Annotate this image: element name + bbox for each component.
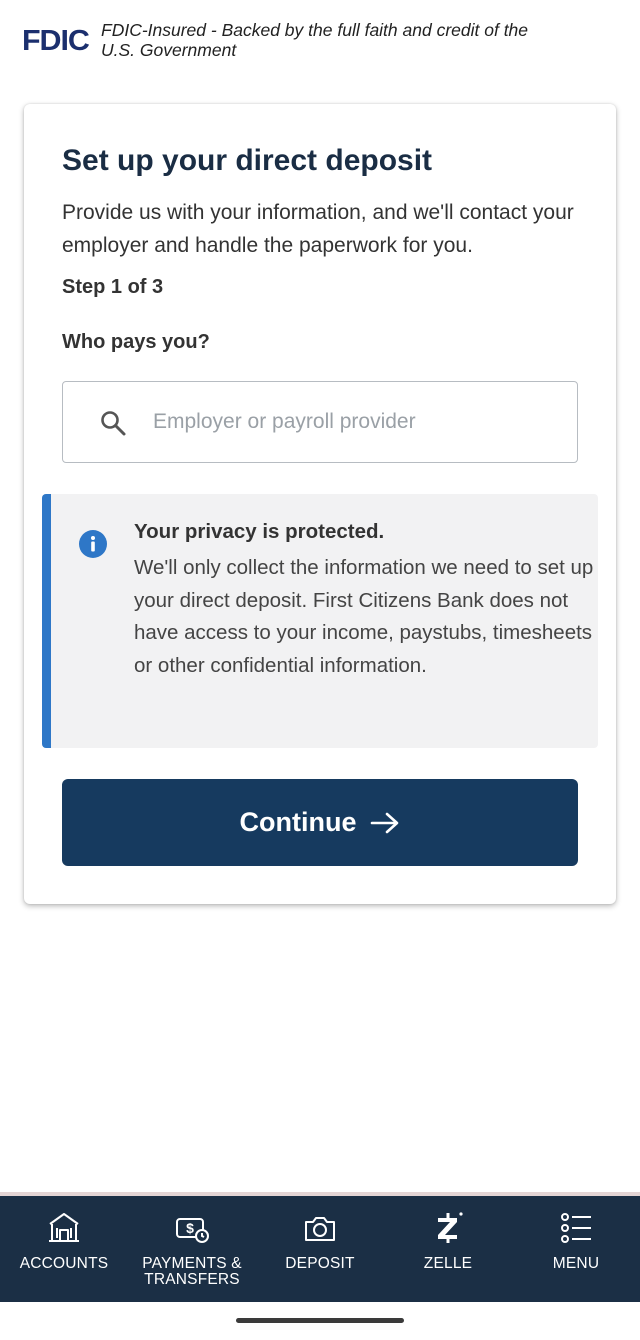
direct-deposit-card: Set up your direct deposit Provide us wi… (24, 104, 616, 904)
continue-button[interactable]: Continue (62, 779, 578, 866)
nav-item-payments-transfers[interactable]: $ PAYMENTS & TRANSFERS (128, 1196, 256, 1302)
home-indicator[interactable] (236, 1318, 404, 1323)
zelle-icon (438, 1212, 463, 1243)
nav-label-payments-transfers: PAYMENTS & TRANSFERS (142, 1255, 242, 1288)
employer-question-label: Who pays you? (62, 331, 210, 353)
page-title: Set up your direct deposit (62, 144, 433, 177)
fdic-logo: FDIC (22, 25, 90, 57)
nav-item-menu[interactable]: MENU (512, 1196, 640, 1302)
fdic-disclaimer: FDIC-Insured - Backed by the full faith … (101, 20, 529, 60)
privacy-notice: Your privacy is protected. We'll only co… (42, 494, 598, 748)
privacy-body: We'll only collect the information we ne… (134, 556, 594, 677)
step-indicator: Step 1 of 3 (62, 276, 164, 298)
svg-text:$: $ (186, 1220, 194, 1236)
nav-label-accounts: ACCOUNTS (19, 1255, 109, 1272)
page-description: Provide us with your information, and we… (62, 201, 574, 257)
nav-item-deposit[interactable]: DEPOSIT (256, 1196, 384, 1302)
employer-search-input[interactable] (153, 404, 553, 440)
nav-label-zelle: ZELLE (423, 1255, 473, 1272)
privacy-title: Your privacy is protected. (134, 520, 385, 543)
arrow-right-icon (371, 812, 399, 833)
bank-icon (49, 1213, 79, 1242)
employer-search-box[interactable] (62, 381, 578, 463)
money-transfer-icon: $ (176, 1218, 209, 1243)
fdic-banner: FDIC FDIC-Insured - Backed by the full f… (0, 0, 640, 80)
nav-label-deposit: DEPOSIT (285, 1255, 355, 1272)
nav-item-zelle[interactable]: ZELLE (384, 1196, 512, 1302)
bottom-navigation: ACCOUNTS $ PAYMENTS & TRANSFERS DEPOSIT … (0, 1196, 640, 1302)
info-icon (79, 530, 107, 558)
search-icon (101, 411, 126, 436)
continue-label: Continue (239, 807, 357, 837)
nav-item-accounts[interactable]: ACCOUNTS (0, 1196, 128, 1302)
camera-icon (305, 1217, 335, 1241)
menu-list-icon (561, 1213, 591, 1243)
nav-label-menu: MENU (552, 1255, 600, 1272)
